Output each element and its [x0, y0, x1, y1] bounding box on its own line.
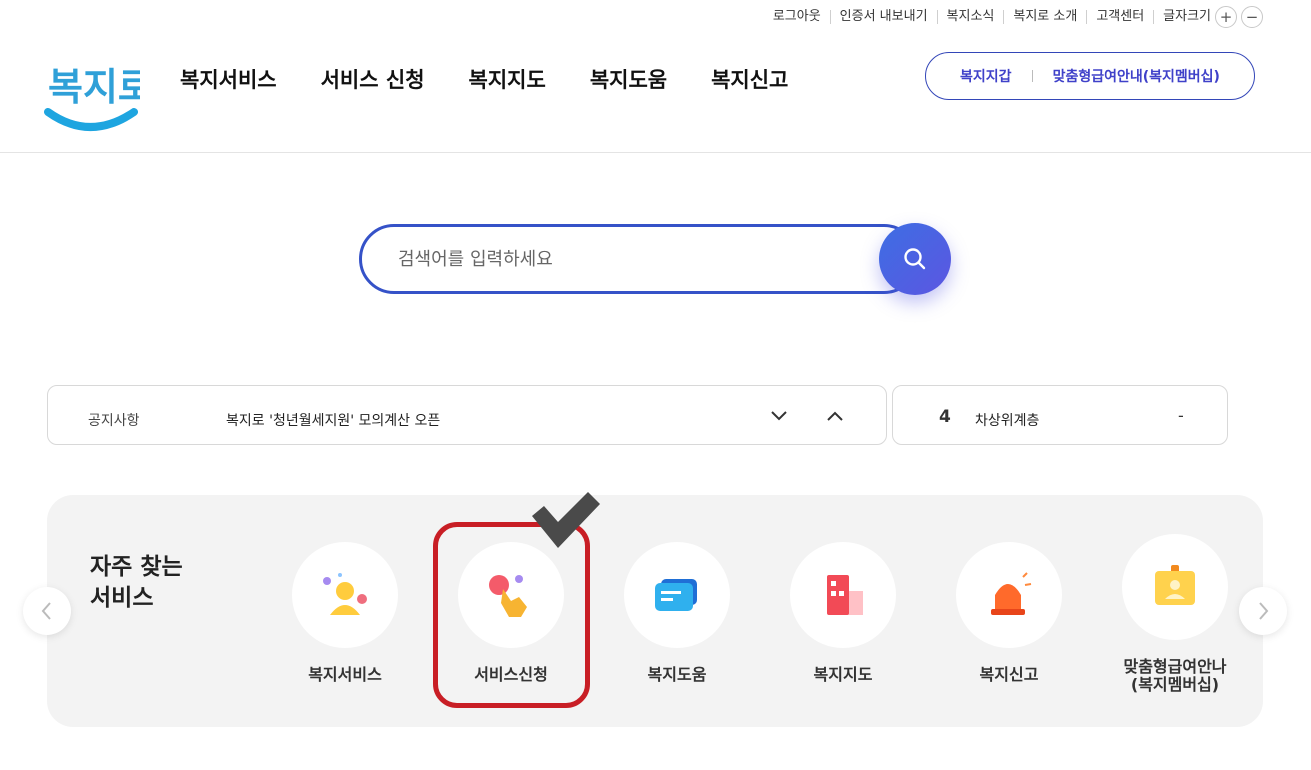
- carousel-prev-button[interactable]: [23, 587, 71, 635]
- service-label: 복지신고: [979, 665, 1039, 684]
- site-logo[interactable]: 복지로: [44, 50, 153, 136]
- quick-links-pill: 복지지갑 맞춤형급여안내(복지멤버십): [925, 52, 1255, 100]
- search-box: [359, 224, 919, 294]
- service-label: 맞춤형급여안나 (복지멤버십): [1105, 658, 1245, 694]
- id-badge-icon: [1155, 565, 1195, 605]
- notice-bar: 공지사항 복지로 '청년월세지원' 모의계산 오픈: [47, 385, 887, 445]
- frequent-services-title: 자주 찾는 서비스: [90, 552, 183, 614]
- welfare-news-link[interactable]: 복지소식: [936, 10, 1004, 24]
- keyword-rank: 4: [939, 407, 951, 427]
- main-nav: 복지서비스 서비스 신청 복지지도 복지도움 복지신고: [180, 64, 788, 94]
- font-size-label: 글자크기: [1153, 10, 1211, 24]
- customer-center-link[interactable]: 고객센터: [1086, 10, 1153, 24]
- chevron-down-icon: [771, 411, 787, 421]
- notice-text[interactable]: 복지로 '청년월세지원' 모의계산 오픈: [226, 410, 440, 430]
- nav-welfare-report[interactable]: 복지신고: [711, 64, 788, 94]
- service-item-membership[interactable]: 맞춤형급여안나 (복지멤버십): [1105, 534, 1245, 694]
- nav-welfare-help[interactable]: 복지도움: [590, 64, 667, 94]
- site-header: 로그아웃 인증서 내보내기 복지소식 복지로 소개 고객센터 글자크기 + − …: [0, 0, 1311, 153]
- popular-keyword-bar[interactable]: 4 차상위계층 -: [892, 385, 1228, 445]
- service-label: 복지지도: [813, 665, 873, 684]
- pill-divider: [1031, 70, 1033, 82]
- keyword-rank-change: -: [1178, 406, 1184, 425]
- notice-prev-button[interactable]: [824, 405, 846, 427]
- service-label: 복지서비스: [308, 665, 382, 684]
- search-button[interactable]: [879, 223, 951, 295]
- search-input[interactable]: [398, 243, 868, 275]
- svg-text:복지로: 복지로: [48, 65, 140, 109]
- chevron-up-icon: [827, 411, 843, 421]
- siren-icon: [991, 572, 1032, 615]
- building-map-icon: [827, 575, 863, 615]
- service-label-line-1: 맞춤형급여안나: [1123, 657, 1227, 676]
- welfare-wallet-link[interactable]: 복지지갑: [960, 66, 1012, 86]
- membership-link[interactable]: 맞춤형급여안내(복지멤버십): [1053, 66, 1220, 86]
- chevron-right-icon: [1259, 602, 1269, 620]
- nav-welfare-map[interactable]: 복지지도: [469, 64, 546, 94]
- person-icon: [323, 573, 367, 615]
- notice-label: 공지사항: [88, 413, 140, 429]
- chat-bubble-icon: [655, 579, 697, 611]
- title-line-2: 서비스: [90, 585, 154, 611]
- chevron-left-icon: [41, 602, 51, 620]
- service-icon-circle: [292, 542, 398, 648]
- search-icon: [904, 248, 926, 270]
- service-item-service-apply[interactable]: 서비스신청: [441, 542, 581, 684]
- nav-welfare-service[interactable]: 복지서비스: [180, 64, 277, 94]
- font-increase-button[interactable]: +: [1215, 6, 1237, 28]
- service-label: 복지도움: [647, 665, 707, 684]
- keyword-text[interactable]: 차상위계층: [975, 410, 1039, 430]
- service-item-welfare-service[interactable]: 복지서비스: [275, 542, 415, 684]
- service-label: 서비스신청: [474, 665, 548, 684]
- service-item-welfare-help[interactable]: 복지도움: [607, 542, 747, 684]
- service-icon-circle: [790, 542, 896, 648]
- carousel-next-button[interactable]: [1239, 587, 1287, 635]
- bokjiro-logo-icon: 복지로: [44, 65, 153, 131]
- touch-hand-icon: [489, 575, 527, 617]
- utility-nav: 로그아웃 인증서 내보내기 복지소식 복지로 소개 고객센터 글자크기 + −: [764, 6, 1263, 28]
- checkmark-icon: [532, 492, 600, 548]
- notice-next-button[interactable]: [768, 405, 790, 427]
- service-label-line-2: (복지멤버십): [1130, 675, 1220, 694]
- service-icon-circle: [1122, 534, 1228, 640]
- service-icon-circle: [458, 542, 564, 648]
- logout-link[interactable]: 로그아웃: [764, 10, 830, 24]
- font-decrease-button[interactable]: −: [1241, 6, 1263, 28]
- service-icon-circle: [624, 542, 730, 648]
- nav-service-apply[interactable]: 서비스 신청: [321, 64, 425, 94]
- export-certificate-link[interactable]: 인증서 내보내기: [829, 10, 937, 24]
- service-item-welfare-report[interactable]: 복지신고: [939, 542, 1079, 684]
- service-item-welfare-map[interactable]: 복지지도: [773, 542, 913, 684]
- title-line-1: 자주 찾는: [90, 554, 183, 580]
- about-link[interactable]: 복지로 소개: [1003, 10, 1086, 24]
- service-icon-circle: [956, 542, 1062, 648]
